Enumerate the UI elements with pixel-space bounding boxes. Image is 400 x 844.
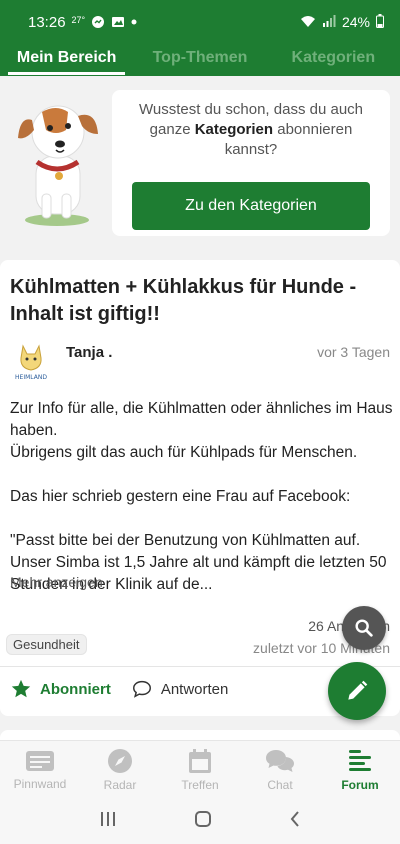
- status-bar: 13:26 27° 24%: [0, 0, 400, 44]
- recent-apps-icon[interactable]: [99, 811, 117, 832]
- search-icon: [355, 619, 373, 637]
- post-paragraph: Zur Info für alle, die Kühlmatten oder ä…: [10, 400, 393, 439]
- search-button[interactable]: [342, 606, 386, 650]
- post-title[interactable]: Kühlmatten + Kühlakkus für Hunde - Inhal…: [10, 274, 380, 328]
- status-temperature: 27°: [71, 15, 86, 25]
- system-navigation: [0, 798, 400, 844]
- nav-pinnwand[interactable]: Pinnwand: [0, 741, 80, 798]
- forum-icon: [349, 749, 371, 771]
- battery-icon: [376, 13, 384, 31]
- post-paragraph: Das hier schrieb gestern eine Frau auf F…: [10, 488, 351, 505]
- signal-icon: [322, 14, 336, 30]
- nav-label: Radar: [103, 777, 137, 792]
- star-icon: [11, 679, 31, 698]
- messenger-icon: [91, 15, 105, 29]
- to-categories-button[interactable]: Zu den Kategorien: [132, 182, 370, 230]
- reply-button[interactable]: Antworten: [131, 678, 229, 700]
- post-paragraph: Übrigens gilt das auch für Kühlpads für …: [10, 444, 358, 461]
- chat-icon: [266, 749, 294, 772]
- wifi-icon: [300, 14, 316, 31]
- author-avatar[interactable]: HEIMLAND: [10, 340, 52, 382]
- category-promo: Wusstest du schon, dass du auch ganze Ka…: [0, 76, 400, 248]
- avatar-logo-text: HEIMLAND: [15, 374, 47, 381]
- dog-illustration: [12, 90, 102, 228]
- nav-label: Pinnwand: [13, 776, 67, 791]
- nav-forum[interactable]: Forum: [320, 741, 400, 798]
- author-name[interactable]: Tanja .: [66, 344, 112, 361]
- forum-post-card[interactable]: Kühlmatten + Kühlakkus für Hunde - Inhal…: [0, 260, 400, 716]
- next-card-edge: [0, 730, 400, 740]
- promo-text-bold: Kategorien: [194, 121, 274, 138]
- post-timestamp: vor 3 Tagen: [317, 344, 390, 360]
- nav-chat[interactable]: Chat: [240, 741, 320, 798]
- home-icon[interactable]: [194, 810, 212, 833]
- tab-kategorien[interactable]: Kategorien: [267, 44, 400, 76]
- nav-radar[interactable]: Radar: [80, 741, 160, 798]
- show-more-link[interactable]: Mehr anzeigen: [10, 574, 103, 590]
- bottom-navigation: Pinnwand Radar Treffen Chat Forum: [0, 740, 400, 798]
- post-body: Zur Info für alle, die Kühlmatten oder ä…: [10, 398, 394, 596]
- promo-card: Wusstest du schon, dass du auch ganze Ka…: [112, 90, 390, 236]
- compass-icon: [108, 748, 132, 773]
- dot-icon: [131, 19, 137, 25]
- top-tabs: Mein Bereich Top-Themen Kategorien: [0, 44, 400, 76]
- subscribed-button[interactable]: Abonniert: [10, 678, 111, 700]
- promo-text: Wusstest du schon, dass du auch ganze Ka…: [122, 100, 380, 160]
- nav-treffen[interactable]: Treffen: [160, 741, 240, 798]
- gallery-icon: [111, 16, 125, 28]
- speech-bubble-icon: [132, 680, 151, 698]
- status-time: 13:26: [28, 13, 66, 31]
- pencil-icon: [348, 680, 368, 700]
- pinboard-icon: [26, 750, 54, 771]
- tab-top-themen[interactable]: Top-Themen: [133, 44, 266, 76]
- nav-label: Forum: [341, 777, 379, 792]
- subscribed-label: Abonniert: [40, 680, 111, 698]
- post-actions: Abonniert Antworten: [10, 678, 248, 700]
- calendar-icon: [189, 748, 211, 773]
- new-post-button[interactable]: [328, 662, 386, 720]
- nav-label: Treffen: [181, 777, 219, 792]
- back-icon[interactable]: [289, 810, 301, 833]
- reply-label: Antworten: [160, 680, 229, 698]
- nav-label: Chat: [267, 777, 293, 792]
- category-tag[interactable]: Gesundheit: [6, 634, 87, 655]
- tab-mein-bereich[interactable]: Mein Bereich: [0, 44, 133, 76]
- battery-text: 24%: [341, 14, 370, 30]
